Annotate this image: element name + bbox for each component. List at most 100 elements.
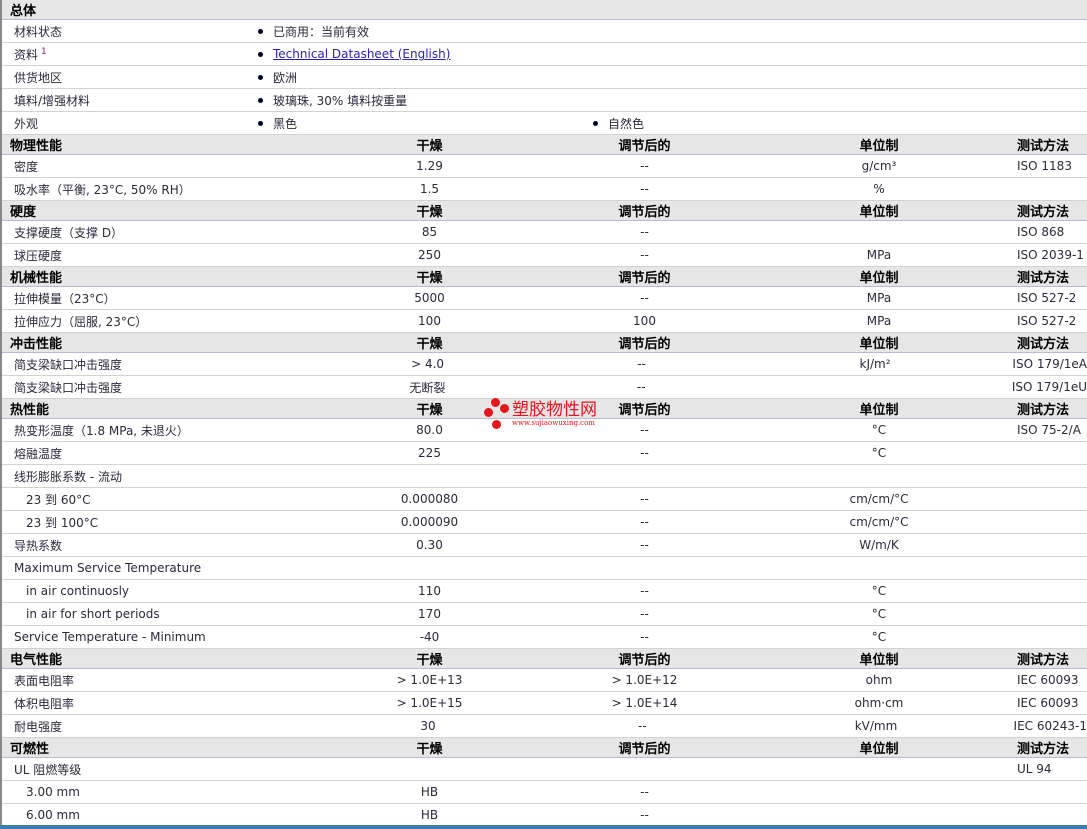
section-title: 物理性能 <box>10 139 63 154</box>
value-conditioned: > 1.0E+12 <box>611 673 678 687</box>
value-dry: > 4.0 <box>411 357 445 371</box>
header-conditioned: 调节后的 <box>618 139 671 154</box>
value-dry: 0.000090 <box>400 515 459 529</box>
table-row: in air continuosly 110 -- °C <box>2 580 1087 603</box>
property-label: 拉伸模量（23°C） <box>2 290 372 307</box>
header-dry: 干燥 <box>416 271 443 286</box>
value-test-method: ISO 75-2/A <box>1017 423 1081 437</box>
header-test-method: 测试方法 <box>1017 337 1070 352</box>
value-item: 欧洲 <box>258 69 593 86</box>
value-unit: cm/cm/°C <box>849 492 909 506</box>
section-header: 可燃性 干燥 调节后的 单位制 测试方法 <box>2 738 1087 758</box>
table-row: 填料/增强材料 玻璃珠, 30% 填料按重量 <box>2 89 1087 112</box>
value-unit: °C <box>871 607 887 621</box>
value-text: 黑色 <box>273 116 298 131</box>
value-test-method: ISO 179/1eU <box>1011 380 1087 394</box>
header-test-method: 测试方法 <box>1017 139 1070 154</box>
value-text: 玻璃珠, 30% 填料按重量 <box>273 93 408 108</box>
property-name: 熔融温度 <box>14 446 63 461</box>
section-title: 总体 <box>10 4 37 19</box>
header-conditioned: 调节后的 <box>618 403 671 418</box>
section-header: 机械性能 干燥 调节后的 单位制 测试方法 <box>2 267 1087 287</box>
value-conditioned: -- <box>640 785 649 799</box>
header-dry: 干燥 <box>416 337 443 352</box>
property-label: Service Temperature - Minimum <box>2 630 372 644</box>
value-dry: 225 <box>418 446 441 460</box>
property-label: 熔融温度 <box>2 445 372 462</box>
value-test-method: ISO 2039-1 <box>1017 248 1084 262</box>
value-conditioned: -- <box>640 225 649 239</box>
value-conditioned: -- <box>640 291 649 305</box>
value-unit: W/m/K <box>859 538 899 552</box>
value-test-method: IEC 60093 <box>1017 673 1079 687</box>
property-name: 简支梁缺口冲击强度 <box>14 357 123 372</box>
value-unit: cm/cm/°C <box>849 515 909 529</box>
value-conditioned: -- <box>640 446 649 460</box>
property-name: 拉伸模量（23°C） <box>14 291 116 306</box>
value-text: 欧洲 <box>273 70 298 85</box>
table-row: 吸水率（平衡, 23°C, 50% RH） 1.5 --% <box>2 178 1087 201</box>
property-name: 线形膨胀系数 - 流动 <box>14 469 122 484</box>
property-label: 拉伸应力（屈服, 23°C） <box>2 313 372 330</box>
section-title: 硬度 <box>10 205 37 220</box>
value-dry: 1.5 <box>419 182 440 196</box>
property-label: 线形膨胀系数 - 流动 <box>2 468 372 485</box>
value-conditioned: -- <box>640 538 649 552</box>
value-dry: 250 <box>418 248 441 262</box>
value-test-method: ISO 527-2 <box>1017 291 1077 305</box>
property-label: 支撑硬度（支撑 D） <box>2 224 372 241</box>
property-label: 体积电阻率 <box>2 695 372 712</box>
table-row: 材料状态 已商用：当前有效 <box>2 20 1087 43</box>
value-test-method: UL 94 <box>1017 762 1052 776</box>
table-row: 体积电阻率 > 1.0E+15 > 1.0E+14 ohm·cm IEC 60093 <box>2 692 1087 715</box>
value-conditioned: -- <box>640 584 649 598</box>
bottom-border <box>0 825 1087 829</box>
bullet-icon <box>593 120 598 126</box>
value-unit: ohm·cm <box>854 696 904 710</box>
property-name: 6.00 mm <box>26 808 80 822</box>
value-unit: ohm <box>865 673 893 687</box>
table-row: 简支梁缺口冲击强度 > 4.0 -- kJ/m² ISO 179/1eA <box>2 353 1087 376</box>
table-row: 热变形温度（1.8 MPa, 未退火） 80.0 -- °C ISO 75-2/A <box>2 419 1087 442</box>
property-label: UL 阻燃等级 <box>2 761 372 778</box>
property-name: 体积电阻率 <box>14 696 75 711</box>
value-dry: > 1.0E+15 <box>396 696 463 710</box>
table-row: 3.00 mm HB -- <box>2 781 1087 804</box>
value-text: 自然色 <box>608 116 645 131</box>
property-label: 6.00 mm <box>2 808 372 822</box>
value-unit: °C <box>871 630 887 644</box>
value-dry: 无断裂 <box>409 380 446 395</box>
header-dry: 干燥 <box>416 742 443 757</box>
property-label: 简支梁缺口冲击强度 <box>2 379 370 396</box>
bullet-icon <box>258 120 263 126</box>
property-values: Technical Datasheet (English) <box>258 47 593 61</box>
property-name: 拉伸应力（屈服, 23°C） <box>14 314 148 329</box>
header-conditioned: 调节后的 <box>618 742 671 757</box>
value-test-method: IEC 60093 <box>1017 696 1079 710</box>
value-conditioned: -- <box>640 515 649 529</box>
property-name: 材料状态 <box>14 24 63 39</box>
datasheet-table: 总体 材料状态 已商用：当前有效 资料 1 Technical Datasheet (En… <box>0 0 1087 827</box>
datasheet-link[interactable]: Technical Datasheet (English) <box>273 47 450 61</box>
value-unit: % <box>873 182 885 196</box>
value-item: Technical Datasheet (English) <box>258 47 593 61</box>
value-unit: MPa <box>866 248 892 262</box>
property-name: 3.00 mm <box>26 785 80 799</box>
header-conditioned: 调节后的 <box>618 337 671 352</box>
header-unit: 单位制 <box>859 139 899 154</box>
table-row: 线形膨胀系数 - 流动 <box>2 465 1087 488</box>
property-name: 填料/增强材料 <box>14 93 91 108</box>
header-test-method: 测试方法 <box>1017 403 1070 418</box>
property-name: Maximum Service Temperature <box>14 561 202 575</box>
property-label: 吸水率（平衡, 23°C, 50% RH） <box>2 181 372 198</box>
bullet-icon <box>258 51 263 57</box>
value-dry: 5000 <box>414 291 445 305</box>
value-dry: HB <box>420 808 439 822</box>
table-row: 外观 黑色 自然色 <box>2 112 1087 135</box>
value-test-method: ISO 527-2 <box>1017 314 1077 328</box>
property-label: 表面电阻率 <box>2 672 372 689</box>
property-name: 供货地区 <box>14 70 63 85</box>
header-unit: 单位制 <box>859 337 899 352</box>
footnote-marker: 1 <box>41 46 47 57</box>
header-dry: 干燥 <box>416 139 443 154</box>
